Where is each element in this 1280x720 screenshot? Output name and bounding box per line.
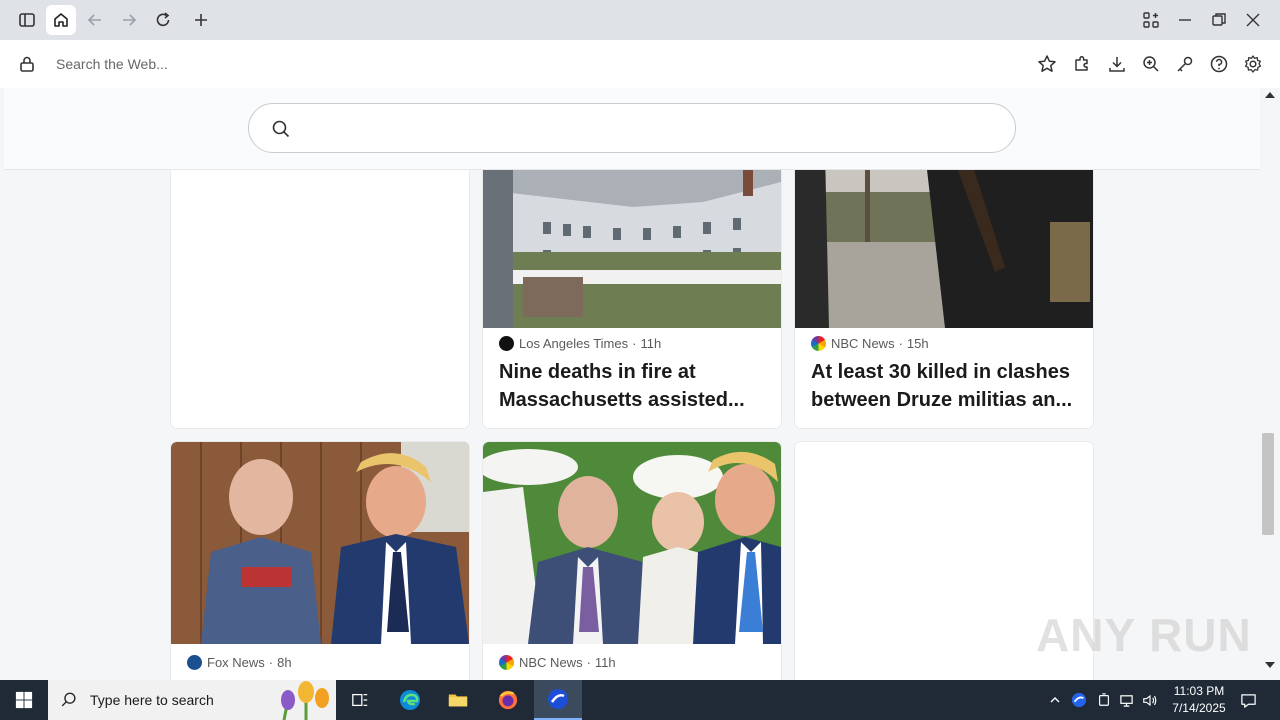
news-age: 11h [640,336,662,351]
sidebar-toggle-icon[interactable] [12,5,42,35]
notifications-icon[interactable] [1236,680,1260,720]
home-icon[interactable] [46,5,76,35]
taskbar-search-input[interactable]: Type here to search [48,680,336,720]
extensions-icon[interactable] [1072,54,1092,74]
news-image-building [483,152,781,328]
news-source: NBC News · 11h [499,655,616,670]
separator: · [586,655,591,670]
show-hidden-icons-chevron-icon[interactable] [1046,680,1064,720]
news-age: 8h [277,655,292,670]
tray-app-icon[interactable] [1068,680,1090,720]
windows-logo-icon [15,691,33,709]
scroll-up-arrow-icon[interactable] [1265,92,1275,98]
zoom-icon[interactable] [1141,54,1161,74]
windows-taskbar: Type here to search 11:03 PM 7/14/2025 [0,680,1280,720]
search-icon [61,692,76,707]
nbc-peacock-logo-icon [499,655,514,670]
taskbar-clock[interactable]: 11:03 PM 7/14/2025 [1160,683,1238,717]
news-image-king-trump [171,442,469,644]
page-scrollbar[interactable] [1260,88,1280,680]
address-bar [0,40,1280,88]
clock-time: 11:03 PM [1173,684,1225,698]
news-card[interactable]: NBC News · 11h [483,442,781,680]
source-name: NBC News [831,336,895,351]
search-input[interactable] [248,103,1016,153]
news-headline[interactable]: At least 30 killed in clashes between Dr… [811,358,1079,414]
news-image-militia [795,152,1093,328]
separator: · [632,336,637,351]
minimize-icon[interactable] [1173,8,1197,32]
news-feed-page: Los Angeles Times · 11h Nine deaths in f… [0,88,1260,680]
news-source: Fox News · 8h [187,655,292,670]
news-card[interactable]: Los Angeles Times · 11h Nine deaths in f… [483,152,781,428]
scroll-down-arrow-icon[interactable] [1265,662,1275,668]
url-input[interactable] [46,49,1066,79]
forward-icon[interactable] [114,5,144,35]
news-headline[interactable]: Nine deaths in fire at Massachusetts ass… [499,358,767,414]
separator: · [898,336,903,351]
restore-icon[interactable] [1207,8,1231,32]
key-icon[interactable] [1175,54,1195,74]
source-name: NBC News [519,655,583,670]
news-age: 15h [906,336,929,351]
browser-titlebar [0,0,1280,40]
browser-app-icon[interactable] [534,680,582,720]
network-icon[interactable] [1116,680,1136,720]
download-icon[interactable] [1107,54,1127,74]
firefox-icon[interactable] [484,680,532,720]
news-image-king-queen-trump [483,442,781,644]
new-tab-icon[interactable] [186,5,216,35]
source-name: Fox News [207,655,265,670]
scroll-thumb[interactable] [1262,433,1274,535]
news-card-blank[interactable] [171,152,469,428]
apps-icon[interactable] [1139,8,1163,32]
news-age: 11h [594,655,616,670]
nbc-peacock-logo-icon [811,336,826,351]
clock-date: 7/14/2025 [1172,701,1226,715]
anyrun-watermark: ANY RUN [1036,609,1252,661]
settings-gear-icon[interactable] [1243,54,1263,74]
lock-icon [18,55,36,73]
la-times-logo-icon [499,336,514,351]
start-button[interactable] [0,680,48,720]
volume-icon[interactable] [1139,680,1161,720]
news-card[interactable]: NBC News · 15h At least 30 killed in cla… [795,152,1093,428]
source-name: Los Angeles Times [519,336,629,351]
search-icon [272,120,290,138]
reload-icon[interactable] [148,5,178,35]
close-icon[interactable] [1241,8,1265,32]
news-card[interactable]: Fox News · 8h [171,442,469,680]
tulip-decoration-icon [281,681,329,720]
help-icon[interactable] [1209,54,1229,74]
file-explorer-icon[interactable] [434,680,482,720]
news-source: Los Angeles Times · 11h [499,336,661,351]
battery-icon[interactable] [1094,680,1114,720]
back-icon[interactable] [80,5,110,35]
separator: · [268,655,274,670]
edge-browser-icon[interactable] [386,680,434,720]
news-source: NBC News · 15h [811,336,929,351]
search-header [4,88,1260,170]
task-view-icon[interactable] [336,680,384,720]
favorite-star-icon[interactable] [1037,54,1057,74]
fox-news-logo-icon [187,655,202,670]
taskbar-search-placeholder: Type here to search [90,692,214,708]
